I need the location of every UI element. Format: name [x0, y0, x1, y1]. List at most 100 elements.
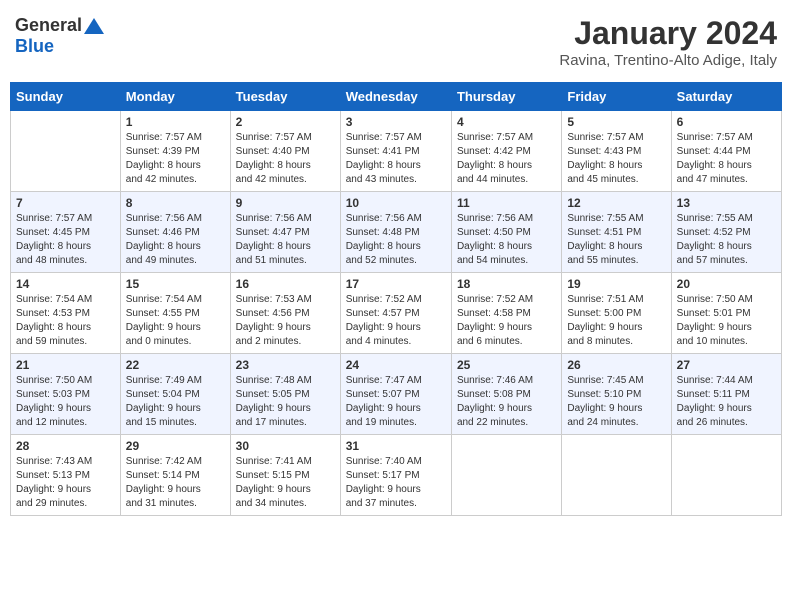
location-subtitle: Ravina, Trentino-Alto Adige, Italy — [559, 52, 777, 69]
day-info: Sunrise: 7:47 AMSunset: 5:07 PMDaylight:… — [346, 374, 446, 430]
calendar-day-cell: 16 Sunrise: 7:53 AMSunset: 4:56 PMDayligh… — [230, 273, 340, 354]
day-number: 13 — [677, 196, 776, 210]
day-info: Sunrise: 7:57 AMSunset: 4:40 PMDaylight:… — [236, 131, 335, 187]
calendar-week-row: 1Sunrise: 7:57 AMSunset: 4:39 PMDaylight… — [11, 111, 782, 192]
day-number: 3 — [346, 115, 446, 129]
day-info: Sunrise: 7:52 AMSunset: 4:58 PMDaylight:… — [457, 293, 556, 349]
day-number: 21 — [16, 358, 115, 372]
calendar-day-cell: 29 Sunrise: 7:42 AMSunset: 5:14 PMDayligh… — [120, 435, 230, 516]
calendar-day-cell: 26Sunrise: 7:45 AMSunset: 5:10 PMDayligh… — [562, 354, 671, 435]
calendar-week-row: 28Sunrise: 7:43 AMSunset: 5:13 PMDayligh… — [11, 435, 782, 516]
calendar-day-cell: 15 Sunrise: 7:54 AMSunset: 4:55 PMDayligh… — [120, 273, 230, 354]
calendar-day-cell: 4Sunrise: 7:57 AMSunset: 4:42 PMDaylight… — [451, 111, 561, 192]
weekday-header-saturday: Saturday — [671, 83, 781, 111]
calendar-day-cell: 14 Sunrise: 7:54 AMSunset: 4:53 PMDayligh… — [11, 273, 121, 354]
day-info: Sunrise: 7:49 AMSunset: 5:04 PMDaylight:… — [126, 374, 225, 430]
page-header: General Blue January 2024 Ravina, Trenti… — [10, 10, 782, 74]
calendar-day-cell: 3 Sunrise: 7:57 AMSunset: 4:41 PMDaylight… — [340, 111, 451, 192]
calendar-week-row: 14 Sunrise: 7:54 AMSunset: 4:53 PMDayligh… — [11, 273, 782, 354]
day-number: 7 — [16, 196, 115, 210]
weekday-header-monday: Monday — [120, 83, 230, 111]
calendar-table: SundayMondayTuesdayWednesdayThursdayFrid… — [10, 82, 782, 516]
day-info: Sunrise: 7:53 AMSunset: 4:56 PMDaylight:… — [236, 293, 335, 349]
day-number: 6 — [677, 115, 776, 129]
calendar-day-cell: 21 Sunrise: 7:50 AMSunset: 5:03 PMDayligh… — [11, 354, 121, 435]
weekday-header-friday: Friday — [562, 83, 671, 111]
day-info: Sunrise: 7:40 AMSunset: 5:17 PMDaylight:… — [346, 455, 446, 511]
calendar-day-cell: 24 Sunrise: 7:47 AMSunset: 5:07 PMDayligh… — [340, 354, 451, 435]
day-info: Sunrise: 7:54 AMSunset: 4:55 PMDaylight:… — [126, 293, 225, 349]
day-info: Sunrise: 7:52 AMSunset: 4:57 PMDaylight:… — [346, 293, 446, 349]
calendar-day-cell: 31 Sunrise: 7:40 AMSunset: 5:17 PMDayligh… — [340, 435, 451, 516]
calendar-day-cell: 18 Sunrise: 7:52 AMSunset: 4:58 PMDayligh… — [451, 273, 561, 354]
calendar-day-cell: 10 Sunrise: 7:56 AMSunset: 4:48 PMDayligh… — [340, 192, 451, 273]
calendar-day-cell: 8Sunrise: 7:56 AMSunset: 4:46 PMDaylight… — [120, 192, 230, 273]
calendar-day-cell: 7 Sunrise: 7:57 AMSunset: 4:45 PMDaylight… — [11, 192, 121, 273]
calendar-day-cell: 12Sunrise: 7:55 AMSunset: 4:51 PMDayligh… — [562, 192, 671, 273]
day-number: 14 — [16, 277, 115, 291]
day-number: 19 — [567, 277, 665, 291]
calendar-day-cell: 13 Sunrise: 7:55 AMSunset: 4:52 PMDayligh… — [671, 192, 781, 273]
day-info: Sunrise: 7:42 AMSunset: 5:14 PMDaylight:… — [126, 455, 225, 511]
day-info: Sunrise: 7:57 AMSunset: 4:43 PMDaylight:… — [567, 131, 665, 187]
logo-icon — [84, 16, 104, 36]
calendar-day-cell: 22Sunrise: 7:49 AMSunset: 5:04 PMDayligh… — [120, 354, 230, 435]
weekday-header-row: SundayMondayTuesdayWednesdayThursdayFrid… — [11, 83, 782, 111]
day-number: 27 — [677, 358, 776, 372]
calendar-day-cell: 11 Sunrise: 7:56 AMSunset: 4:50 PMDayligh… — [451, 192, 561, 273]
day-number: 17 — [346, 277, 446, 291]
month-year-title: January 2024 — [559, 15, 777, 52]
day-number: 23 — [236, 358, 335, 372]
day-info: Sunrise: 7:50 AMSunset: 5:03 PMDaylight:… — [16, 374, 115, 430]
day-number: 4 — [457, 115, 556, 129]
calendar-week-row: 21 Sunrise: 7:50 AMSunset: 5:03 PMDayligh… — [11, 354, 782, 435]
day-info: Sunrise: 7:56 AMSunset: 4:48 PMDaylight:… — [346, 212, 446, 268]
calendar-day-cell: 28Sunrise: 7:43 AMSunset: 5:13 PMDayligh… — [11, 435, 121, 516]
day-info: Sunrise: 7:44 AMSunset: 5:11 PMDaylight:… — [677, 374, 776, 430]
day-info: Sunrise: 7:55 AMSunset: 4:52 PMDaylight:… — [677, 212, 776, 268]
day-number: 24 — [346, 358, 446, 372]
day-info: Sunrise: 7:57 AMSunset: 4:41 PMDaylight:… — [346, 131, 446, 187]
day-info: Sunrise: 7:57 AMSunset: 4:44 PMDaylight:… — [677, 131, 776, 187]
day-number: 16 — [236, 277, 335, 291]
day-info: Sunrise: 7:57 AMSunset: 4:45 PMDaylight:… — [16, 212, 115, 268]
day-number: 25 — [457, 358, 556, 372]
day-info: Sunrise: 7:55 AMSunset: 4:51 PMDaylight:… — [567, 212, 665, 268]
day-info: Sunrise: 7:41 AMSunset: 5:15 PMDaylight:… — [236, 455, 335, 511]
empty-calendar-cell — [11, 111, 121, 192]
day-info: Sunrise: 7:54 AMSunset: 4:53 PMDaylight:… — [16, 293, 115, 349]
empty-calendar-cell — [562, 435, 671, 516]
day-number: 29 — [126, 439, 225, 453]
day-info: Sunrise: 7:46 AMSunset: 5:08 PMDaylight:… — [457, 374, 556, 430]
calendar-day-cell: 17 Sunrise: 7:52 AMSunset: 4:57 PMDayligh… — [340, 273, 451, 354]
day-number: 20 — [677, 277, 776, 291]
empty-calendar-cell — [451, 435, 561, 516]
logo: General Blue — [15, 15, 104, 57]
title-block: January 2024 Ravina, Trentino-Alto Adige… — [559, 15, 777, 69]
day-number: 9 — [236, 196, 335, 210]
day-number: 31 — [346, 439, 446, 453]
calendar-day-cell: 5Sunrise: 7:57 AMSunset: 4:43 PMDaylight… — [562, 111, 671, 192]
day-info: Sunrise: 7:57 AMSunset: 4:39 PMDaylight:… — [126, 131, 225, 187]
calendar-day-cell: 19Sunrise: 7:51 AMSunset: 5:00 PMDayligh… — [562, 273, 671, 354]
day-info: Sunrise: 7:50 AMSunset: 5:01 PMDaylight:… — [677, 293, 776, 349]
calendar-day-cell: 1Sunrise: 7:57 AMSunset: 4:39 PMDaylight… — [120, 111, 230, 192]
day-number: 30 — [236, 439, 335, 453]
calendar-week-row: 7 Sunrise: 7:57 AMSunset: 4:45 PMDaylight… — [11, 192, 782, 273]
day-number: 11 — [457, 196, 556, 210]
day-number: 10 — [346, 196, 446, 210]
day-info: Sunrise: 7:45 AMSunset: 5:10 PMDaylight:… — [567, 374, 665, 430]
day-number: 18 — [457, 277, 556, 291]
weekday-header-tuesday: Tuesday — [230, 83, 340, 111]
day-info: Sunrise: 7:56 AMSunset: 4:50 PMDaylight:… — [457, 212, 556, 268]
day-number: 15 — [126, 277, 225, 291]
calendar-day-cell: 23Sunrise: 7:48 AMSunset: 5:05 PMDayligh… — [230, 354, 340, 435]
calendar-day-cell: 2 Sunrise: 7:57 AMSunset: 4:40 PMDaylight… — [230, 111, 340, 192]
day-number: 8 — [126, 196, 225, 210]
calendar-day-cell: 25 Sunrise: 7:46 AMSunset: 5:08 PMDayligh… — [451, 354, 561, 435]
calendar-day-cell: 20 Sunrise: 7:50 AMSunset: 5:01 PMDayligh… — [671, 273, 781, 354]
calendar-day-cell: 6 Sunrise: 7:57 AMSunset: 4:44 PMDaylight… — [671, 111, 781, 192]
weekday-header-wednesday: Wednesday — [340, 83, 451, 111]
day-number: 28 — [16, 439, 115, 453]
day-number: 2 — [236, 115, 335, 129]
